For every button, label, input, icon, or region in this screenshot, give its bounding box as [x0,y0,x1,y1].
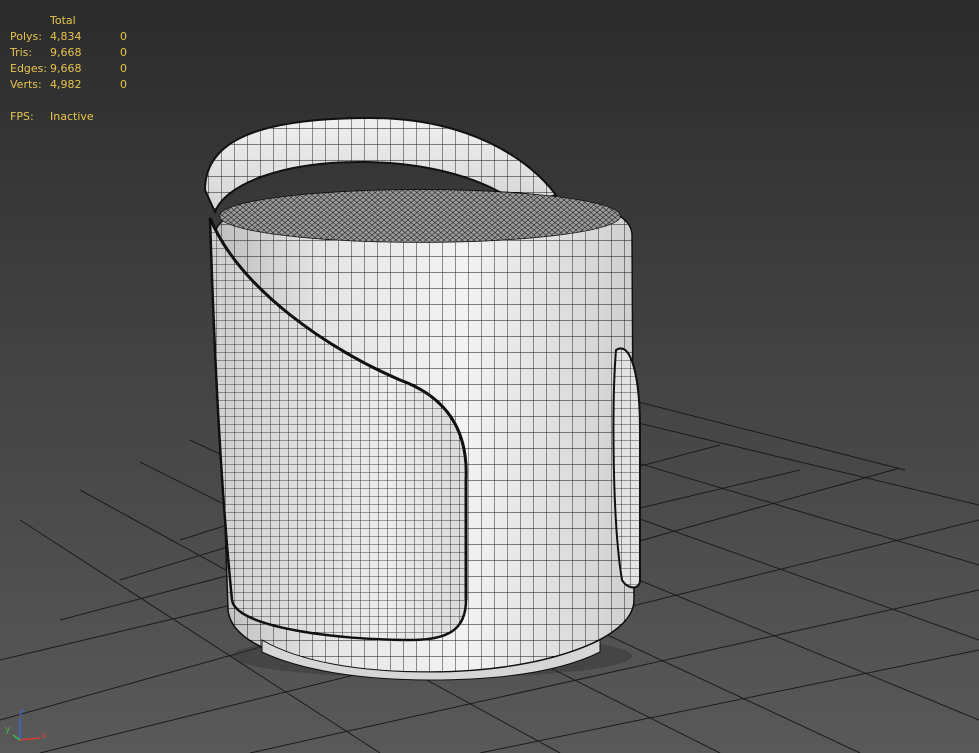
stats-row-edges: Edges: 9,668 0 [10,61,150,77]
stats-label: Edges: [10,62,48,75]
z-axis-label: z [19,708,24,718]
stats-row-tris: Tris: 9,668 0 [10,45,150,61]
stats-row-polys: Polys: 4,834 0 [10,29,150,45]
stats-header-total: Total [50,14,76,27]
stats-total-value: 4,834 [50,30,82,43]
stats-header-row: Total [10,13,150,29]
x-axis-label: x [41,731,47,741]
stats-selected-value: 0 [120,62,127,75]
stats-label: Polys: [10,30,42,43]
stats-total-value: 4,982 [50,78,82,91]
stats-selected-value: 0 [120,30,127,43]
x-axis-line [19,737,41,741]
viewport-statistics: Total Polys: 4,834 0 Tris: 9,668 0 Edges… [10,13,150,125]
fps-value: Inactive [50,110,94,123]
axis-gizmo-icon: z x y [4,708,52,752]
stats-total-value: 9,668 [50,62,82,75]
perspective-viewport[interactable]: Total Polys: 4,834 0 Tris: 9,668 0 Edges… [0,0,979,753]
stats-selected-value: 0 [120,78,127,91]
stats-label: Tris: [10,46,33,59]
stats-row-verts: Verts: 4,982 0 [10,77,150,93]
stats-selected-value: 0 [120,46,127,59]
stats-row-fps: FPS: Inactive [10,109,150,125]
fps-label: FPS: [10,110,34,123]
stats-label: Verts: [10,78,42,91]
stats-total-value: 9,668 [50,46,82,59]
y-axis-line [12,734,21,741]
y-axis-label: y [5,725,11,735]
